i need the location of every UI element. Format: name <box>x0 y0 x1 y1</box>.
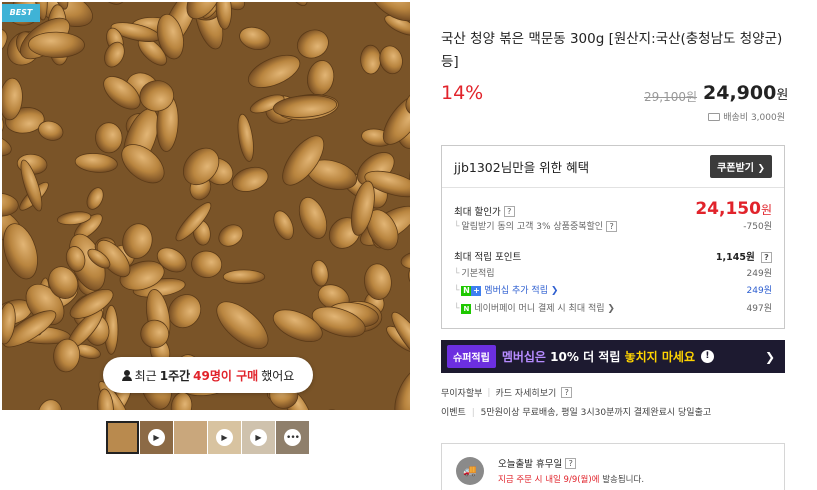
thumbnail-image[interactable] <box>174 421 207 454</box>
max-discount-value: 24,150 <box>695 199 761 219</box>
tree-branch-icon: └ <box>454 222 460 232</box>
person-icon <box>121 369 132 381</box>
tree-branch-icon: └ <box>454 304 460 314</box>
delivery-desc-rest: 발송됩니다. <box>602 475 645 485</box>
points-basic-label: 기본적립 <box>461 269 495 279</box>
banner-text-purple: 멤버십은 <box>501 350 546 364</box>
help-icon[interactable]: ? <box>503 205 515 217</box>
member-benefit-box: jjb1302님만을 위한 혜택 쿠폰받기 ❯ 최대 할인가? 24,150원 … <box>441 145 785 329</box>
event-label: 이벤트 <box>441 408 466 418</box>
sale-price: 24,900원 <box>703 82 788 104</box>
chevron-right-icon: ❯ <box>764 349 775 364</box>
thumbnail-video[interactable]: ▶ <box>140 421 173 454</box>
card-detail-link[interactable]: 카드 자세히보기 <box>495 386 556 399</box>
play-icon: ▶ <box>250 429 267 446</box>
coupon-button-label: 쿠폰받기 <box>717 163 754 174</box>
delivery-desc: 지금 주문 시 내일 9/9(월)에 발송됩니다. <box>498 473 644 485</box>
naver-n-icon: N <box>461 286 472 296</box>
banner-text: 멤버십은 10% 더 적립 놓치지 마세요 <box>502 348 695 365</box>
max-discount-price: 24,150원 <box>695 199 772 219</box>
help-icon[interactable]: ? <box>561 387 573 398</box>
points-membership-label[interactable]: 멤버십 추가 적립 <box>484 286 548 296</box>
help-icon[interactable]: ? <box>761 252 772 263</box>
banner-text-white: 10% 더 적립 <box>550 350 621 364</box>
exclamation-icon: ! <box>700 350 714 363</box>
benefit-title: jjb1302님만을 위한 혜택 <box>454 160 590 175</box>
delivery-truck-icon: 🚚 <box>456 457 484 485</box>
points-row-npay[interactable]: └ N 네이버페이 머니 결제 시 최대 적립 ❯ 497원 <box>454 301 772 314</box>
event-row: 이벤트 | 5만원이상 무료배송, 평일 3시30분까지 결제완료시 당일출고 <box>441 405 711 418</box>
max-discount-detail-row: └ 알림받기 동의 고객 3% 상품중복할인? <box>454 219 772 232</box>
root-piece <box>360 44 382 75</box>
sale-price-currency: 원 <box>776 88 789 103</box>
roasted-root-photo <box>2 2 410 410</box>
divider: | <box>471 408 475 418</box>
purchase-period: 1주간 <box>159 368 191 383</box>
points-npay-value: 497원 <box>746 304 772 314</box>
purchase-suffix: 했어요 <box>261 368 295 383</box>
original-price: 29,100원 <box>644 90 698 104</box>
tree-branch-icon: └ <box>454 269 460 279</box>
banner-text-yellow: 놓치지 마세요 <box>624 350 695 364</box>
thumbnail-image[interactable] <box>106 421 139 454</box>
help-icon[interactable]: ? <box>565 457 577 469</box>
points-label: 최대 적립 포인트 <box>454 252 522 263</box>
delivery-desc-red: 지금 주문 시 내일 9/9(월)에 <box>498 475 600 485</box>
help-icon[interactable]: ? <box>606 221 618 232</box>
delivery-title-text: 오늘출발 휴무일 <box>498 459 563 470</box>
installment-label: 무이자할부 <box>441 389 483 399</box>
naverpay-icon: N <box>461 304 472 314</box>
purchase-prefix: 최근 <box>134 368 157 383</box>
tree-branch-icon: └ <box>454 286 460 296</box>
points-total: 1,145원 ? <box>716 249 772 263</box>
thumbnail-more[interactable]: ••• <box>276 421 309 454</box>
max-discount-label: 최대 할인가 <box>454 207 501 218</box>
points-basic-value: 249원 <box>746 269 772 279</box>
max-discount-row: 최대 할인가? 24,150원 -750원 <box>454 199 772 232</box>
shipping-fee: 배송비 3,000원 <box>708 110 785 123</box>
points-row-basic: └ 기본적립 249원 <box>454 266 772 279</box>
recent-purchase-pill: 최근 1주간 49명이 구매 했어요 <box>103 357 313 393</box>
points-npay-label[interactable]: 네이버페이 머니 결제 시 최대 적립 <box>474 304 604 314</box>
benefit-header: jjb1302님만을 위한 혜택 쿠폰받기 ❯ <box>442 146 784 188</box>
more-icon: ••• <box>284 429 301 446</box>
play-icon: ▶ <box>216 429 233 446</box>
max-discount-detail: 알림받기 동의 고객 3% 상품중복할인 <box>461 222 604 232</box>
membership-banner[interactable]: 슈퍼적립 멤버십은 10% 더 적립 놓치지 마세요 ! ❯ <box>441 340 785 373</box>
thumbnail-video[interactable]: ▶ <box>208 421 241 454</box>
purchase-count: 49명이 구매 <box>193 368 259 383</box>
points-row-membership[interactable]: └ N + 멤버십 추가 적립 ❯ 249원 <box>454 283 772 296</box>
thumbnail-video[interactable]: ▶ <box>242 421 275 454</box>
root-piece <box>95 122 123 154</box>
points-total-value: 1,145원 <box>715 252 755 263</box>
delivery-title: 오늘출발 휴무일? <box>498 456 577 470</box>
play-icon: ▶ <box>148 429 165 446</box>
plus-icon: + <box>471 286 482 296</box>
chevron-right-icon: ❯ <box>547 286 559 296</box>
coupon-button[interactable]: 쿠폰받기 ❯ <box>710 155 772 178</box>
best-badge: BEST <box>2 4 40 22</box>
max-discount-currency: 원 <box>760 203 772 217</box>
event-text: 5만원이상 무료배송, 평일 3시30분까지 결제완료시 당일출고 <box>480 408 712 418</box>
delivery-info-box: 🚚 오늘출발 휴무일? 지금 주문 시 내일 9/9(월)에 발송됩니다. <box>441 443 785 490</box>
chevron-right-icon: ❯ <box>757 164 765 174</box>
installment-row: 무이자할부 | 카드 자세히보기 ? <box>441 386 573 399</box>
chevron-right-icon: ❯ <box>604 304 615 314</box>
product-main-image[interactable]: BEST 최근 1주간 49명이 구매 했어요 <box>2 2 410 410</box>
thumbnail-strip: ▶ ▶ ▶ ••• <box>106 421 309 454</box>
root-piece <box>222 269 266 285</box>
shipping-fee-text: 배송비 3,000원 <box>723 113 785 123</box>
truck-icon <box>708 112 721 121</box>
super-points-badge: 슈퍼적립 <box>447 345 496 368</box>
points-total-row: 최대 적립 포인트 1,145원 ? <box>454 249 772 263</box>
discount-rate: 14% <box>441 82 484 104</box>
product-title: 국산 청양 볶은 맥문동 300g [원산지:국산(충청남도 청양군) 등] <box>441 31 783 70</box>
sale-price-value: 24,900 <box>703 82 777 104</box>
divider: | <box>487 387 491 398</box>
points-membership-value: 249원 <box>746 286 772 296</box>
